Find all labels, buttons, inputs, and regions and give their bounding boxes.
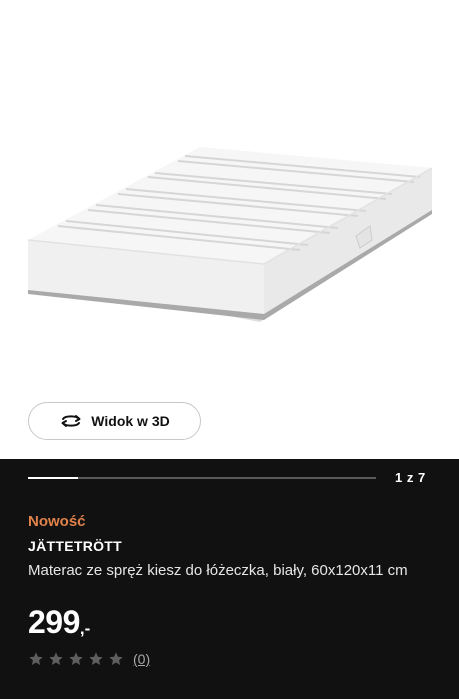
view-3d-label: Widok w 3D bbox=[91, 413, 170, 429]
product-image-mattress bbox=[27, 147, 433, 322]
product-image-area[interactable]: Widok w 3D bbox=[0, 0, 459, 459]
star-icon bbox=[89, 652, 103, 665]
carousel-progress-fill bbox=[28, 477, 78, 479]
price-suffix: ,- bbox=[79, 619, 91, 638]
product-info-panel: 1 z 7 Nowość JÄTTETRÖTT Materac ze spręż… bbox=[0, 459, 459, 699]
rating-stars[interactable]: (0) bbox=[28, 651, 150, 667]
view-3d-button[interactable]: Widok w 3D bbox=[28, 402, 201, 440]
star-icon bbox=[69, 652, 83, 665]
product-price: 299 ,- bbox=[28, 605, 90, 639]
review-count-link[interactable]: (0) bbox=[133, 651, 150, 667]
new-badge: Nowość bbox=[28, 513, 86, 530]
rotate-3d-icon bbox=[59, 413, 83, 429]
star-icon bbox=[49, 652, 63, 665]
carousel-page-counter: 1 z 7 bbox=[395, 470, 426, 485]
product-description: Materac ze spręż kiesz do łóżeczka, biał… bbox=[28, 562, 408, 579]
carousel-progress-bar[interactable] bbox=[28, 477, 376, 479]
star-icon bbox=[29, 652, 43, 665]
star-icon bbox=[109, 652, 123, 665]
price-integer: 299 bbox=[28, 604, 80, 640]
product-name: JÄTTETRÖTT bbox=[28, 538, 122, 554]
